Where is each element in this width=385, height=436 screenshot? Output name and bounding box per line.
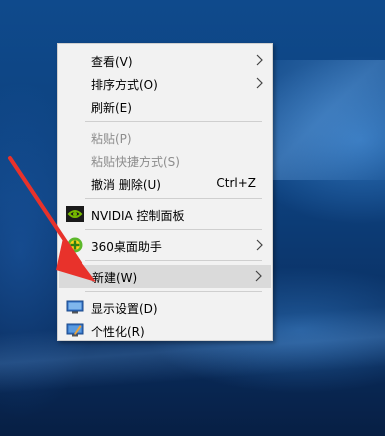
menu-item-label: 查看(V): [91, 55, 133, 69]
menu-item-view[interactable]: 查看(V): [58, 49, 272, 72]
personalize-icon: [66, 323, 84, 337]
desktop-background[interactable]: 查看(V) 排序方式(O) 刷新(E) 粘贴(P) 粘贴快捷方式(S) 撤消 删…: [0, 0, 385, 436]
chevron-right-icon: [256, 54, 263, 66]
nvidia-icon: [66, 206, 84, 222]
menu-item-sort-by[interactable]: 排序方式(O): [58, 72, 272, 95]
menu-item-nvidia-control-panel[interactable]: NVIDIA 控制面板: [58, 203, 272, 226]
menu-item-paste-shortcut[interactable]: 粘贴快捷方式(S): [58, 149, 272, 172]
menu-separator: [85, 229, 262, 230]
menu-item-personalize[interactable]: 个性化(R): [58, 319, 272, 342]
display-icon: [66, 300, 84, 314]
menu-item-new[interactable]: 新建(W): [59, 265, 271, 288]
360-icon: [67, 237, 83, 253]
menu-item-label: 粘贴快捷方式(S): [91, 155, 180, 169]
menu-item-360-desktop-assistant[interactable]: 360桌面助手: [58, 234, 272, 257]
menu-item-label: 刷新(E): [91, 101, 132, 115]
menu-item-label: 显示设置(D): [91, 302, 158, 316]
menu-separator: [85, 291, 262, 292]
menu-item-label: 撤消 删除(U): [91, 178, 161, 192]
menu-item-label: 粘贴(P): [91, 132, 132, 146]
menu-item-label: 排序方式(O): [91, 78, 158, 92]
menu-item-label: 360桌面助手: [91, 240, 162, 254]
chevron-right-icon: [256, 239, 263, 251]
chevron-right-icon: [256, 77, 263, 89]
menu-item-undo-delete[interactable]: 撤消 删除(U) Ctrl+Z: [58, 172, 272, 195]
menu-separator: [85, 121, 262, 122]
menu-item-label: NVIDIA 控制面板: [91, 209, 185, 223]
menu-item-display-settings[interactable]: 显示设置(D): [58, 296, 272, 319]
context-menu: 查看(V) 排序方式(O) 刷新(E) 粘贴(P) 粘贴快捷方式(S) 撤消 删…: [57, 43, 273, 341]
menu-item-paste[interactable]: 粘贴(P): [58, 126, 272, 149]
menu-item-refresh[interactable]: 刷新(E): [58, 95, 272, 118]
chevron-right-icon: [255, 270, 262, 282]
menu-separator: [85, 198, 262, 199]
menu-item-label: 个性化(R): [91, 325, 145, 339]
menu-separator: [85, 260, 262, 261]
menu-item-label: 新建(W): [92, 271, 138, 285]
menu-item-shortcut: Ctrl+Z: [216, 176, 256, 190]
